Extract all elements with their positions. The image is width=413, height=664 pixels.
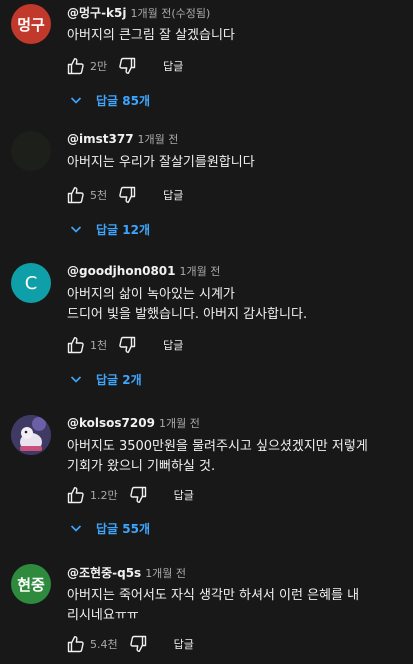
thumb-down-icon (119, 186, 136, 203)
comment-actions: 5천 답글 (66, 185, 183, 205)
view-replies-button[interactable]: 답글 12개 (70, 219, 150, 239)
view-replies-button[interactable]: 답글 2개 (70, 369, 142, 389)
comment-line: 아버지도 3500만원을 물려주시고 싶으셨겠지만 저렇게 (67, 439, 368, 454)
dislike-button[interactable] (117, 185, 137, 205)
comment-line: 아버지는 죽어서도 자식 생각만 하셔서 이런 은혜를 내 (67, 588, 360, 603)
avatar-initials: C (24, 272, 38, 294)
replies-count: 답글 12개 (96, 222, 150, 237)
view-replies-button[interactable]: 답글 85개 (70, 90, 150, 110)
comment-header: @goodjhon0801 1개월 전 (67, 263, 220, 279)
chevron-down-icon (70, 525, 82, 532)
author-name[interactable]: @imst377 (67, 132, 134, 146)
comment-header: @조현중-q5s 1개월 전 (67, 564, 186, 581)
like-button[interactable] (66, 185, 86, 205)
comment-actions: 1천 답글 (66, 335, 183, 355)
comment-text: 아버지는 우리가 잘살기를원합니다 (67, 153, 407, 173)
thumb-down-icon (119, 336, 136, 353)
comment-text: 아버지의 삶이 녹아있는 시계가 드디어 빛을 발했습니다. 아버지 감사합니다… (67, 285, 407, 325)
thumb-down-icon (129, 635, 146, 652)
like-count: 1천 (90, 339, 108, 352)
chevron-down-icon (70, 376, 82, 383)
chevron-down-icon (70, 226, 82, 233)
dislike-button[interactable] (117, 335, 137, 355)
comment-actions: 5.4천 답글 (66, 634, 194, 654)
dislike-button[interactable] (117, 56, 137, 76)
avatar-initials: 현중 (17, 575, 45, 594)
reply-button[interactable]: 답글 (174, 487, 194, 503)
author-name[interactable]: @조현중-q5s (67, 566, 141, 580)
comment-header: @kolsos7209 1개월 전 (67, 415, 200, 431)
comment-time[interactable]: 1개월 전 (180, 265, 221, 278)
chevron-down-icon (70, 97, 82, 104)
dislike-button[interactable] (128, 634, 148, 654)
avatar[interactable]: C (11, 263, 51, 303)
thumb-up-icon (67, 337, 84, 354)
comment-text: 아버지의 큰그림 잘 살겠습니다 (67, 26, 407, 46)
thumb-down-icon (129, 486, 146, 503)
comment-line: 리시네요ㅠㅠ (67, 608, 139, 623)
replies-count: 답글 85개 (96, 93, 150, 108)
comment-time[interactable]: 1개월 전(수정됨) (131, 7, 211, 20)
like-count: 2만 (90, 60, 108, 73)
thumb-up-icon (67, 636, 84, 653)
author-name[interactable]: @kolsos7209 (67, 416, 155, 430)
comment-header: @imst377 1개월 전 (67, 131, 178, 147)
replies-count: 답글 2개 (96, 372, 142, 387)
comment-line: 아버지의 큰그림 잘 살겠습니다 (67, 28, 235, 43)
replies-count: 답글 55개 (96, 521, 150, 536)
view-replies-button[interactable]: 답글 55개 (70, 518, 150, 538)
comment-text: 아버지는 죽어서도 자식 생각만 하셔서 이런 은혜를 내 리시네요ㅠㅠ (67, 586, 407, 626)
author-name[interactable]: @goodjhon0801 (67, 264, 176, 278)
comment-actions: 2만 답글 (66, 56, 183, 76)
like-count: 1.2만 (90, 489, 118, 502)
comment-line: 아버지는 우리가 잘살기를원합니다 (67, 155, 255, 170)
avatar-image (11, 415, 51, 455)
avatar[interactable]: 현중 (11, 564, 51, 604)
reply-button[interactable]: 답글 (163, 187, 183, 203)
avatar-initials: 멍구 (17, 15, 45, 34)
comment-text: 아버지도 3500만원을 물려주시고 싶으셨겠지만 저렇게 기회가 왔으니 기뻐… (67, 437, 407, 477)
like-button[interactable] (66, 56, 86, 76)
thumb-up-icon (67, 58, 84, 75)
thumb-down-icon (119, 57, 136, 74)
avatar[interactable]: 멍구 (11, 4, 51, 44)
comment-line: 드디어 빛을 발했습니다. 아버지 감사합니다. (67, 307, 308, 322)
like-button[interactable] (66, 485, 86, 505)
avatar[interactable] (11, 131, 51, 171)
thumb-up-icon (67, 187, 84, 204)
like-button[interactable] (66, 335, 86, 355)
comment-time[interactable]: 1개월 전 (159, 417, 200, 430)
reply-button[interactable]: 답글 (163, 337, 183, 353)
reply-button[interactable]: 답글 (163, 58, 183, 74)
comment-time[interactable]: 1개월 전 (138, 133, 179, 146)
comment-line: 아버지의 삶이 녹아있는 시계가 (67, 287, 235, 302)
comment-time[interactable]: 1개월 전 (145, 567, 186, 580)
dislike-button[interactable] (128, 485, 148, 505)
avatar[interactable] (11, 415, 51, 455)
like-count: 5.4천 (90, 638, 118, 651)
thumb-up-icon (67, 487, 84, 504)
comment-header: @멍구-k5j 1개월 전(수정됨) (67, 4, 210, 21)
like-count: 5천 (90, 189, 108, 202)
like-button[interactable] (66, 634, 86, 654)
comment-line: 기회가 왔으니 기뻐하실 것. (67, 459, 216, 474)
comment-actions: 1.2만 답글 (66, 485, 194, 505)
author-name[interactable]: @멍구-k5j (67, 6, 127, 20)
reply-button[interactable]: 답글 (174, 636, 194, 652)
